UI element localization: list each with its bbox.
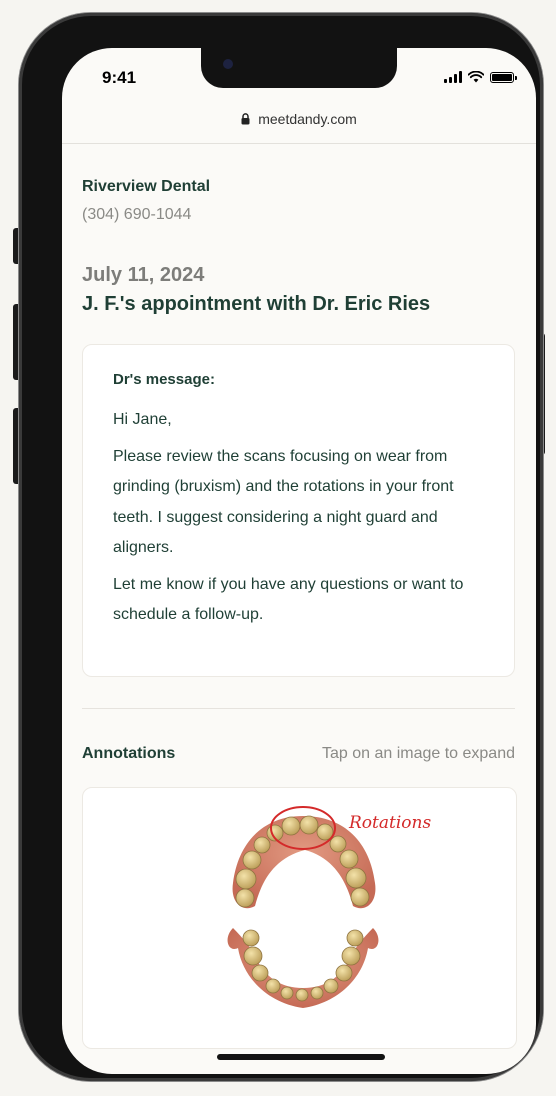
dental-scan-image[interactable]: Rotations xyxy=(83,788,516,1048)
appointment-title: J. F.'s appointment with Dr. Eric Ries xyxy=(82,293,431,315)
message-paragraph: Please review the scans focusing on wear… xyxy=(113,447,454,557)
clinic-name: Riverview Dental xyxy=(82,178,211,195)
battery-icon xyxy=(490,71,517,83)
annotations-header: Annotations Tap on an image to expand xyxy=(82,745,515,763)
lock-icon xyxy=(241,113,250,125)
appointment-date: July 11, 2024 xyxy=(82,264,205,286)
message-heading: Dr's message: xyxy=(113,371,215,388)
annotations-hint: Tap on an image to expand xyxy=(321,745,515,762)
front-camera xyxy=(223,59,233,69)
annotation-image-card[interactable]: Rotations xyxy=(82,787,517,1049)
annotation-label: Rotations xyxy=(348,813,431,833)
section-divider xyxy=(82,708,515,709)
status-icons xyxy=(444,71,517,83)
url-bar[interactable]: meetdandy.com xyxy=(62,111,536,127)
notch xyxy=(201,48,397,88)
wifi-icon xyxy=(468,71,484,83)
annotations-title: Annotations xyxy=(82,745,176,762)
signal-icon xyxy=(444,71,462,83)
message-greeting: Hi Jane, xyxy=(113,411,172,428)
status-time: 9:41 xyxy=(102,68,137,87)
phone-frame: 9:41 meetdandy.com Riverview Dental (304… xyxy=(19,13,543,1081)
message-paragraph: Let me know if you have any questions or… xyxy=(113,575,464,624)
clinic-phone[interactable]: (304) 690-1044 xyxy=(82,206,515,224)
url-text: meetdandy.com xyxy=(258,111,357,127)
url-bar-divider xyxy=(62,143,536,144)
doctor-message-card: Dr's message: Hi Jane, Please review the… xyxy=(82,344,515,677)
phone-screen: 9:41 meetdandy.com Riverview Dental (304… xyxy=(62,48,536,1074)
home-indicator[interactable] xyxy=(217,1054,385,1060)
page-content: Riverview Dental (304) 690-1044 July 11,… xyxy=(82,178,517,1049)
